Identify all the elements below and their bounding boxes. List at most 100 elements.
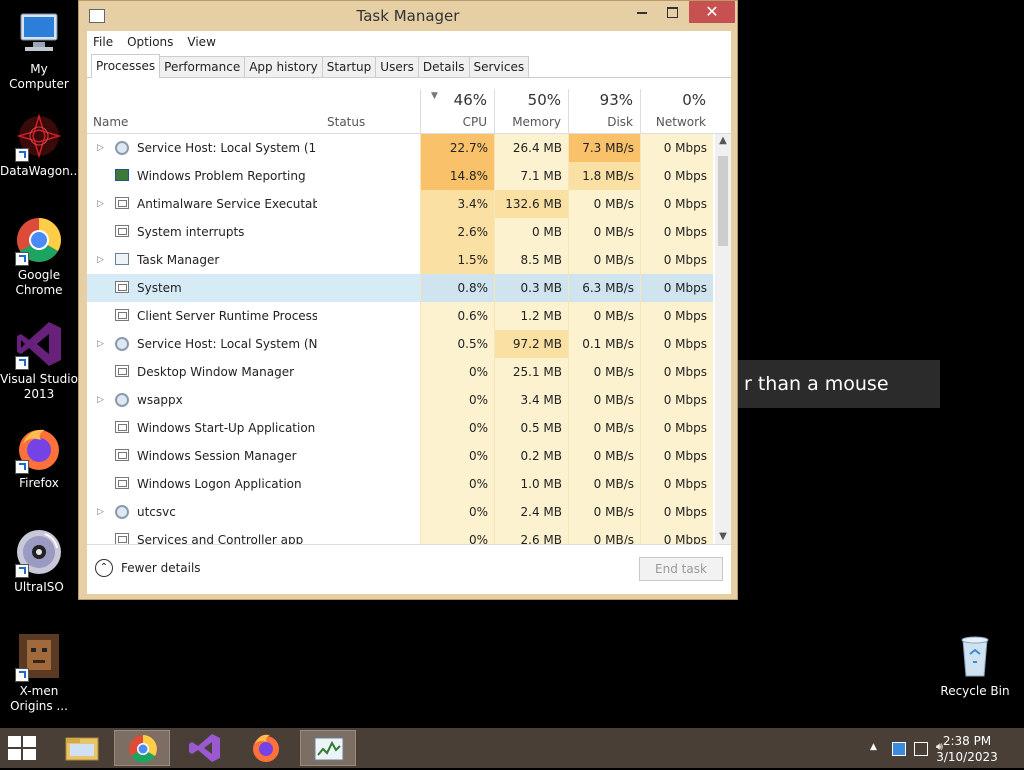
process-network: 0 Mbps: [640, 274, 713, 302]
expand-arrow-icon[interactable]: ▷: [97, 246, 104, 274]
desktop-icon-recycle-bin[interactable]: Recycle Bin: [936, 632, 1014, 699]
menu-view[interactable]: View: [187, 35, 215, 49]
tab-processes[interactable]: Processes: [91, 54, 161, 78]
desktop-icon-label: DataWagon...: [0, 164, 82, 178]
process-row[interactable]: ▷ Service Host: Local System (16) 22.7% 26.…: [87, 134, 713, 162]
vertical-scrollbar[interactable]: ▲ ▼: [715, 134, 731, 544]
task-manager-window: Task Manager ✕ File Options View Process…: [78, 0, 738, 600]
tab-app-history[interactable]: App history: [244, 56, 323, 77]
expand-arrow-icon[interactable]: ▷: [97, 330, 104, 358]
process-network: 0 Mbps: [640, 470, 713, 498]
taskbar-firefox[interactable]: [238, 730, 294, 766]
desktop-icon-datawagon[interactable]: DataWagon...: [0, 112, 82, 179]
process-row[interactable]: Windows Start-Up Application 0% 0.5 MB 0 MB…: [87, 414, 713, 442]
column-header-status[interactable]: Status: [327, 115, 365, 129]
process-row[interactable]: ▷ Service Host: Local System (Net... 0.5%9…: [87, 330, 713, 358]
tab-startup[interactable]: Startup: [321, 56, 377, 77]
process-cpu: 0%: [420, 442, 494, 470]
process-name: utcsvc: [137, 505, 176, 519]
expand-arrow-icon[interactable]: ▷: [97, 386, 104, 414]
process-name: Windows Session Manager: [137, 449, 297, 463]
process-row[interactable]: ▷ Antimalware Service Executable 3.4% 132.6…: [87, 190, 713, 218]
cpu-total-percent: 46%: [453, 91, 487, 109]
tab-services[interactable]: Services: [468, 56, 530, 77]
desktop-icon-label: My Computer: [9, 62, 69, 91]
chrome-icon: [15, 216, 63, 266]
process-row[interactable]: Desktop Window Manager 0% 25.1 MB 0 MB/s 0 M…: [87, 358, 713, 386]
process-disk: 0 MB/s: [568, 190, 640, 218]
process-row[interactable]: Windows Session Manager 0% 0.2 MB 0 MB/s 0 M…: [87, 442, 713, 470]
task-manager-client: File Options View Processes Performance …: [87, 31, 731, 594]
shortcut-arrow-icon: [15, 460, 29, 474]
end-task-button[interactable]: End task: [639, 557, 723, 581]
desktop-icon-google-chrome[interactable]: Google Chrome: [0, 216, 78, 298]
action-center-flag-icon[interactable]: [892, 742, 906, 756]
process-memory: 0 MB: [494, 218, 568, 246]
fewer-details-label: Fewer details: [121, 561, 201, 575]
taskbar: ▲ 🔊︎ 2:38 PM 3/10/2023: [0, 728, 1024, 768]
service-gear-icon: [115, 337, 129, 351]
desktop-icon-label: Recycle Bin: [940, 684, 1010, 698]
column-header-memory[interactable]: 50% Memory: [494, 89, 569, 133]
process-cpu: 0%: [420, 470, 494, 498]
tab-performance[interactable]: Performance: [159, 56, 246, 77]
process-network: 0 Mbps: [640, 414, 713, 442]
scroll-up-arrow-icon[interactable]: ▲: [715, 134, 731, 148]
process-row[interactable]: System interrupts 2.6% 0 MB 0 MB/s 0 Mbps: [87, 218, 713, 246]
process-row[interactable]: ▷ Task Manager 1.5% 8.5 MB 0 MB/s 0 Mbps: [87, 246, 713, 274]
taskbar-visual-studio[interactable]: [176, 730, 232, 766]
process-cpu: 22.7%: [420, 134, 494, 162]
expand-arrow-icon[interactable]: ▷: [97, 190, 104, 218]
expand-arrow-icon[interactable]: ▷: [97, 498, 104, 526]
process-row[interactable]: Client Server Runtime Process 0.6% 1.2 MB 0…: [87, 302, 713, 330]
column-header-cpu[interactable]: 46% CPU: [420, 89, 495, 133]
process-row[interactable]: Windows Logon Application 0% 1.0 MB 0 MB/s 0…: [87, 470, 713, 498]
column-header-disk[interactable]: 93% Disk: [568, 89, 641, 133]
expand-arrow-icon[interactable]: ▷: [97, 134, 104, 162]
tab-users[interactable]: Users: [375, 56, 419, 77]
desktop-icon-my-computer[interactable]: My Computer: [0, 10, 78, 92]
scroll-down-arrow-icon[interactable]: ▼: [715, 530, 731, 544]
shortcut-arrow-icon: [15, 564, 29, 578]
taskbar-file-explorer[interactable]: [54, 730, 110, 766]
process-disk: 1.8 MB/s: [568, 162, 640, 190]
process-network: 0 Mbps: [640, 302, 713, 330]
taskbar-chrome[interactable]: [114, 730, 170, 766]
process-memory: 8.5 MB: [494, 246, 568, 274]
tab-details[interactable]: Details: [417, 56, 470, 77]
process-name: System interrupts: [137, 225, 245, 239]
process-network: 0 Mbps: [640, 526, 713, 544]
process-name: Windows Start-Up Application: [137, 421, 316, 435]
process-row[interactable]: ▷ wsappx 0% 3.4 MB 0 MB/s 0 Mbps: [87, 386, 713, 414]
network-icon[interactable]: [914, 742, 928, 756]
desktop-icon-ultraiso[interactable]: UltraISO: [0, 528, 78, 595]
column-header-name[interactable]: Name: [93, 115, 128, 129]
close-button[interactable]: ✕: [689, 1, 735, 23]
process-row[interactable]: Services and Controller app 0% 2.6 MB 0 MB/…: [87, 526, 713, 544]
shortcut-arrow-icon: [15, 668, 29, 682]
desktop-icon-firefox[interactable]: Firefox: [0, 424, 78, 491]
process-disk: 0 MB/s: [568, 358, 640, 386]
start-button[interactable]: [8, 736, 38, 762]
maximize-icon: [666, 7, 678, 18]
scrollbar-thumb[interactable]: [718, 156, 728, 246]
taskbar-clock[interactable]: 2:38 PM 3/10/2023: [932, 733, 1002, 765]
process-network: 0 Mbps: [640, 498, 713, 526]
process-row[interactable]: ▷ utcsvc 0% 2.4 MB 0 MB/s 0 Mbps: [87, 498, 713, 526]
menu-file[interactable]: File: [93, 35, 113, 49]
desktop-icon-xmen-origins[interactable]: X-men Origins ...: [0, 632, 78, 714]
fewer-details-button[interactable]: ⌃ Fewer details: [95, 559, 201, 577]
show-hidden-icons-chevron-icon[interactable]: ▲: [870, 742, 882, 754]
maximize-button[interactable]: [657, 1, 687, 23]
column-header-network[interactable]: 0% Network: [640, 89, 714, 133]
firefox-icon: [253, 734, 279, 762]
title-bar[interactable]: Task Manager ✕: [79, 1, 737, 31]
process-row[interactable]: System 0.8% 0.3 MB 6.3 MB/s 0 Mbps: [87, 274, 713, 302]
datawagon-icon: [15, 112, 63, 162]
menu-options[interactable]: Options: [127, 35, 173, 49]
memory-column-label: Memory: [512, 115, 561, 129]
minimize-button[interactable]: [627, 1, 657, 23]
desktop-icon-visual-studio[interactable]: Visual Studio 2013: [0, 320, 78, 402]
taskbar-task-manager[interactable]: [300, 730, 356, 766]
process-row[interactable]: Windows Problem Reporting 14.8% 7.1 MB 1.8 …: [87, 162, 713, 190]
